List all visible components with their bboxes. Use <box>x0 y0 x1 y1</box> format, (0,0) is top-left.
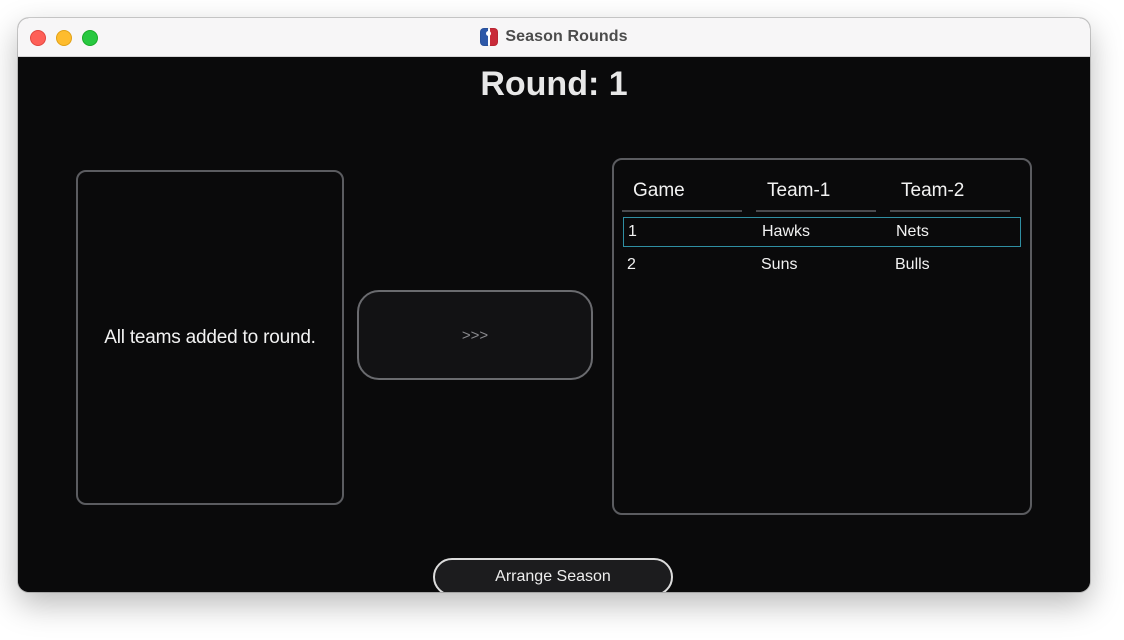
table-row[interactable]: 2 Suns Bulls <box>623 251 1021 281</box>
team-1-cell: Suns <box>761 256 798 273</box>
column-header-team-1[interactable]: Team-1 <box>756 180 876 212</box>
nba-logo-icon <box>480 28 499 46</box>
window-title-group: Season Rounds <box>18 18 1090 56</box>
arrange-season-button[interactable]: Arrange Season <box>433 558 673 592</box>
game-number-cell: 2 <box>627 256 636 273</box>
column-header-team-2[interactable]: Team-2 <box>890 180 1010 212</box>
round-title: Round: 1 <box>480 65 628 103</box>
team-2-cell: Nets <box>896 223 929 240</box>
teams-status-message: All teams added to round. <box>104 326 316 348</box>
column-header-game[interactable]: Game <box>622 180 742 212</box>
game-number-cell: 1 <box>628 223 637 240</box>
app-window: Season Rounds Round: 1 All teams added t… <box>18 18 1090 592</box>
team-2-cell: Bulls <box>895 256 930 273</box>
teams-panel: All teams added to round. <box>76 170 344 505</box>
table-row[interactable]: 1 Hawks Nets <box>623 217 1021 247</box>
team-1-cell: Hawks <box>762 223 811 240</box>
add-to-round-button[interactable]: >>> <box>357 290 593 380</box>
main-content: Round: 1 All teams added to round. >>> G… <box>18 57 1090 592</box>
window-title: Season Rounds <box>505 28 628 45</box>
games-table: Game Team-1 Team-2 1 Hawks Nets 2 Suns B… <box>612 158 1032 515</box>
title-bar[interactable]: Season Rounds <box>18 18 1090 57</box>
